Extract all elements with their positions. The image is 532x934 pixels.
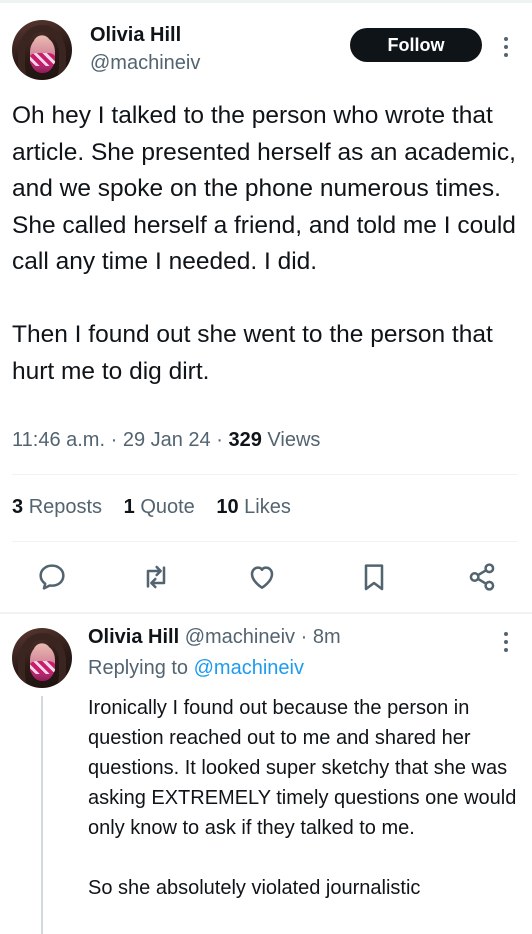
quotes-stat[interactable]: 1 Quote bbox=[124, 496, 195, 518]
tweet-meta: 11:46 a.m. · 29 Jan 24 · 329 Views bbox=[12, 429, 320, 452]
views-label: Views bbox=[267, 429, 321, 451]
author-name[interactable]: Olivia Hill bbox=[90, 24, 181, 47]
top-divider bbox=[0, 0, 532, 3]
thread-line bbox=[41, 696, 43, 934]
like-icon[interactable] bbox=[246, 561, 278, 593]
divider bbox=[12, 541, 517, 542]
divider bbox=[0, 612, 532, 614]
meta-separator: · bbox=[216, 429, 223, 451]
follow-button[interactable]: Follow bbox=[350, 28, 482, 62]
meta-separator: · bbox=[300, 626, 308, 648]
reply-paragraph: So she absolutely violated journalistic bbox=[88, 877, 421, 899]
reply-paragraph: Ironically I found out because the perso… bbox=[88, 697, 517, 839]
divider bbox=[12, 474, 517, 475]
replying-to: Replying to @machineiv bbox=[88, 657, 304, 680]
reply-text: Ironically I found out because the perso… bbox=[88, 693, 528, 903]
reply-avatar[interactable] bbox=[12, 628, 72, 688]
reply-header: Olivia Hill @machineiv · 8m bbox=[88, 626, 341, 649]
reply-time[interactable]: 8m bbox=[313, 626, 341, 648]
reply-author-name[interactable]: Olivia Hill bbox=[88, 626, 179, 648]
tweet-date[interactable]: 29 Jan 24 bbox=[123, 429, 211, 451]
share-icon[interactable] bbox=[466, 561, 498, 593]
engagement-stats: 3 Reposts 1 Quote 10 Likes bbox=[12, 496, 307, 519]
reply-icon[interactable] bbox=[36, 561, 68, 593]
reply-author-handle[interactable]: @machineiv bbox=[185, 626, 295, 648]
repost-icon[interactable] bbox=[140, 561, 172, 593]
tweet-paragraph: Oh hey I talked to the person who wrote … bbox=[12, 102, 516, 275]
bookmark-icon[interactable] bbox=[358, 561, 390, 593]
tweet-paragraph: Then I found out she went to the person … bbox=[12, 321, 493, 385]
avatar[interactable] bbox=[12, 20, 72, 80]
meta-separator: · bbox=[110, 429, 118, 451]
author-handle[interactable]: @machineiv bbox=[90, 52, 200, 75]
more-options-icon[interactable] bbox=[500, 37, 512, 57]
likes-stat[interactable]: 10 Likes bbox=[216, 496, 291, 518]
replying-handle-link[interactable]: @machineiv bbox=[194, 657, 304, 679]
replying-prefix: Replying to bbox=[88, 657, 189, 679]
tweet-text: Oh hey I talked to the person who wrote … bbox=[12, 98, 517, 390]
reposts-stat[interactable]: 3 Reposts bbox=[12, 496, 102, 518]
views-count: 329 bbox=[228, 429, 262, 451]
reply-more-options-icon[interactable] bbox=[500, 632, 512, 652]
tweet-time[interactable]: 11:46 a.m. bbox=[12, 429, 105, 451]
